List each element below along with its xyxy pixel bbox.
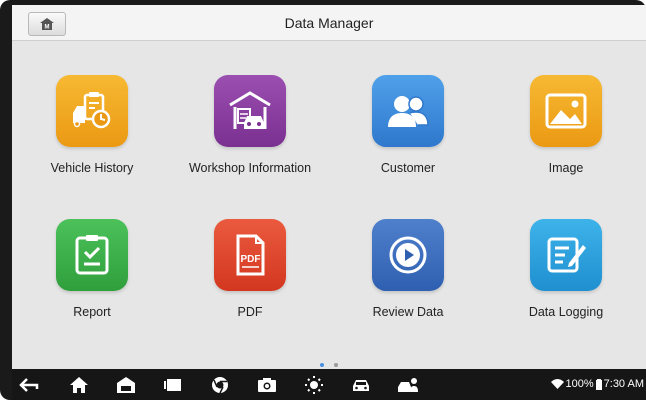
data-logging-icon [530, 219, 602, 291]
app-label: Vehicle History [50, 161, 134, 175]
tablet-frame: M Data Manager Vehicle History Workshop … [0, 0, 646, 400]
app-label: Workshop Information [188, 161, 312, 175]
app-label: PDF [237, 305, 263, 319]
app-customer[interactable]: Customer [328, 75, 488, 175]
title-bar: M Data Manager [12, 5, 646, 41]
app-label: Customer [380, 161, 436, 175]
browser-icon[interactable] [209, 375, 231, 395]
app-grid: Vehicle History Workshop Information Cus… [12, 41, 646, 361]
report-icon [56, 219, 128, 291]
vci-icon[interactable] [397, 375, 419, 395]
battery-icon [595, 378, 602, 390]
app-pdf[interactable]: PDF PDF [170, 219, 330, 319]
app-image[interactable]: Image [486, 75, 646, 175]
svg-text:PDF: PDF [241, 254, 261, 265]
app-label: Image [548, 161, 584, 175]
image-icon [530, 75, 602, 147]
app-label: Data Logging [528, 305, 604, 319]
review-data-icon [372, 219, 444, 291]
wifi-icon [550, 379, 564, 389]
app-label: Review Data [372, 305, 444, 319]
brightness-icon[interactable] [303, 375, 325, 395]
garage-icon[interactable] [115, 375, 137, 395]
app-data-logging[interactable]: Data Logging [486, 219, 646, 319]
status-area: 100% 7:30 AM [550, 378, 644, 390]
page-dot-active[interactable] [319, 363, 324, 367]
app-report[interactable]: Report [12, 219, 172, 319]
battery-level: 100% [565, 378, 594, 390]
back-icon[interactable] [18, 375, 40, 395]
customer-icon [372, 75, 444, 147]
vehicle-history-icon [56, 75, 128, 147]
pdf-icon: PDF [214, 219, 286, 291]
recent-apps-icon[interactable] [162, 375, 184, 395]
navigation-bar: 100% 7:30 AM [12, 369, 646, 400]
app-workshop-information[interactable]: Workshop Information [170, 75, 330, 175]
camera-icon[interactable] [256, 375, 278, 395]
page-dot[interactable] [334, 363, 339, 367]
home-icon[interactable] [68, 375, 90, 395]
workshop-information-icon [214, 75, 286, 147]
app-vehicle-history[interactable]: Vehicle History [12, 75, 172, 175]
app-label: Report [73, 305, 111, 319]
car-icon[interactable] [350, 375, 372, 395]
clock: 7:30 AM [603, 378, 644, 390]
page-title: Data Manager [284, 15, 374, 31]
screen: M Data Manager Vehicle History Workshop … [12, 5, 646, 400]
app-review-data[interactable]: Review Data [328, 219, 488, 319]
